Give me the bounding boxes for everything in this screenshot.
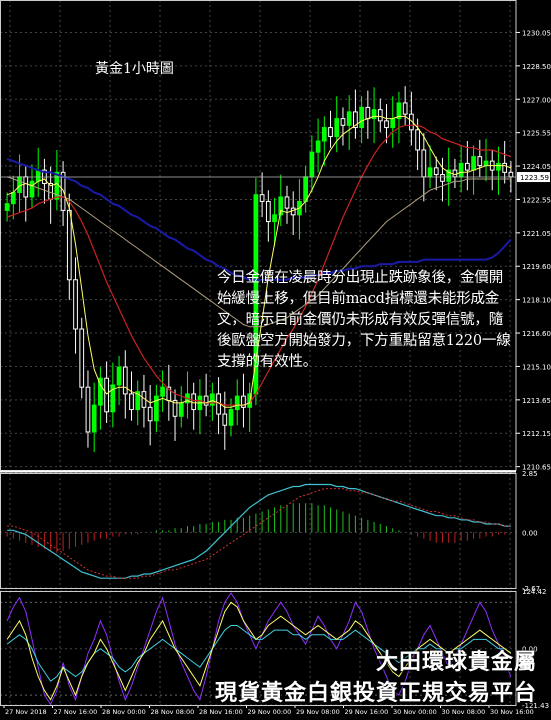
candle-body (340, 118, 346, 126)
candle-body (309, 151, 315, 178)
candle-body (433, 167, 439, 176)
macd-panel-grid (0, 472, 516, 589)
time-tick-label: 30 Nov 00:00 (393, 708, 437, 716)
candle-body (122, 366, 128, 395)
candle-body (259, 194, 265, 202)
candle-body (79, 328, 85, 388)
candle-body (178, 402, 184, 417)
candle-body (496, 162, 501, 171)
candle-body (85, 386, 91, 433)
macd-tick-label: 0.00 (522, 529, 538, 537)
candle-body (321, 127, 327, 142)
price-axis: 1230.05 1228.50 1227.00 1225.55 1224.05 1222.… (516, 29, 551, 472)
candle-body (402, 102, 408, 115)
time-tick-label: 28 Nov 08:00 (151, 708, 195, 716)
candle-body (160, 386, 165, 397)
candle-body (228, 409, 234, 426)
candle-body (303, 176, 309, 202)
candle-body (440, 174, 445, 182)
time-tick-label: 30 Nov 08:00 (442, 708, 486, 716)
candle-body (464, 162, 470, 171)
current-price-label: 1223.59 (520, 174, 549, 182)
candle-body (272, 214, 277, 223)
candle-body (471, 156, 476, 171)
candle-body (91, 404, 97, 433)
price-tick-label: 1212.15 (522, 430, 551, 438)
candle-body (116, 366, 122, 386)
candle-body (334, 118, 340, 138)
panel-border (0, 473, 517, 589)
candle-body (10, 191, 16, 205)
candle-body (315, 140, 321, 153)
brand-slogan: 現貨黃金白銀投資正規交易平台 (214, 681, 537, 706)
candle-body (421, 149, 427, 178)
price-tick-label: 1216.60 (522, 330, 551, 338)
price-tick-label: 1221.05 (522, 230, 551, 238)
brand-name: 大田環球貴金屬 (375, 650, 537, 675)
candle-body (222, 413, 228, 426)
market-commentary: 今日金價在凌晨時分出現止跌跡象後，金價開始緩慢上移，但目前macd指標還未能形成… (217, 270, 511, 370)
price-tick-label: 1213.65 (522, 397, 551, 405)
macd-signal-line (7, 488, 511, 579)
candle-body (66, 209, 72, 281)
candle-body (147, 406, 153, 422)
candle-body (328, 127, 333, 138)
candle-body (458, 162, 464, 178)
candle-body (384, 120, 389, 129)
candle-body (17, 176, 22, 193)
candle-body (452, 169, 458, 178)
time-tick-label: 28 Nov 16:00 (199, 708, 243, 716)
price-tick-label: 1218.10 (522, 297, 551, 305)
time-tick-label: 29 Nov 00:00 (248, 708, 292, 716)
price-tick-label: 1219.60 (522, 263, 551, 271)
candle-body (191, 393, 197, 411)
time-tick-label: 27 Nov 16:00 (54, 708, 98, 716)
time-tick-label: 27 Nov 2018 (5, 708, 47, 716)
candle-body (359, 106, 364, 129)
price-tick-label: 1230.05 (522, 29, 551, 37)
osc-tick-label: 124.42 (522, 588, 547, 596)
candle-body (290, 207, 296, 216)
candle-body (104, 377, 109, 413)
time-tick-label: 28 Nov 00:00 (102, 708, 146, 716)
candle-body (29, 180, 35, 198)
candle-body (129, 393, 134, 411)
candle-body (365, 106, 371, 120)
candle-body (346, 111, 352, 126)
candle-body (415, 129, 420, 151)
macd-line (7, 483, 511, 579)
price-tick-label: 1215.10 (522, 363, 551, 371)
candle-body (483, 160, 489, 167)
price-tick-label: 1225.55 (522, 130, 551, 138)
candle-body (427, 167, 433, 178)
candle-body (390, 118, 396, 129)
price-tick-label: 1227.00 (522, 96, 551, 104)
candle-body (203, 395, 209, 406)
candle-body (284, 196, 290, 209)
candle-body (502, 162, 508, 173)
time-tick-label: 29 Nov 08:00 (296, 708, 340, 716)
time-tick-label: 29 Nov 16:00 (345, 708, 389, 716)
chart-title: 黃金1小時圖 (95, 61, 174, 77)
candle-body (4, 203, 10, 211)
candle-body (234, 395, 240, 411)
candle-body (73, 279, 78, 330)
candle-body (23, 176, 29, 198)
candle-body (35, 169, 41, 182)
candle-body (477, 156, 483, 167)
macd-panel-marks (6, 483, 511, 579)
time-tick-label: 30 Nov 16:00 (490, 708, 534, 716)
price-tick-label: 1224.05 (522, 163, 551, 171)
macd-axis: 2.850.00-2.67 (522, 470, 540, 593)
candle-body (508, 171, 514, 178)
price-tick-label: 1228.50 (522, 63, 551, 71)
price-tick-label: 1222.55 (522, 196, 551, 204)
candle-body (377, 109, 383, 122)
macd-tick-label: 2.85 (522, 470, 538, 478)
candle-body (265, 200, 271, 223)
